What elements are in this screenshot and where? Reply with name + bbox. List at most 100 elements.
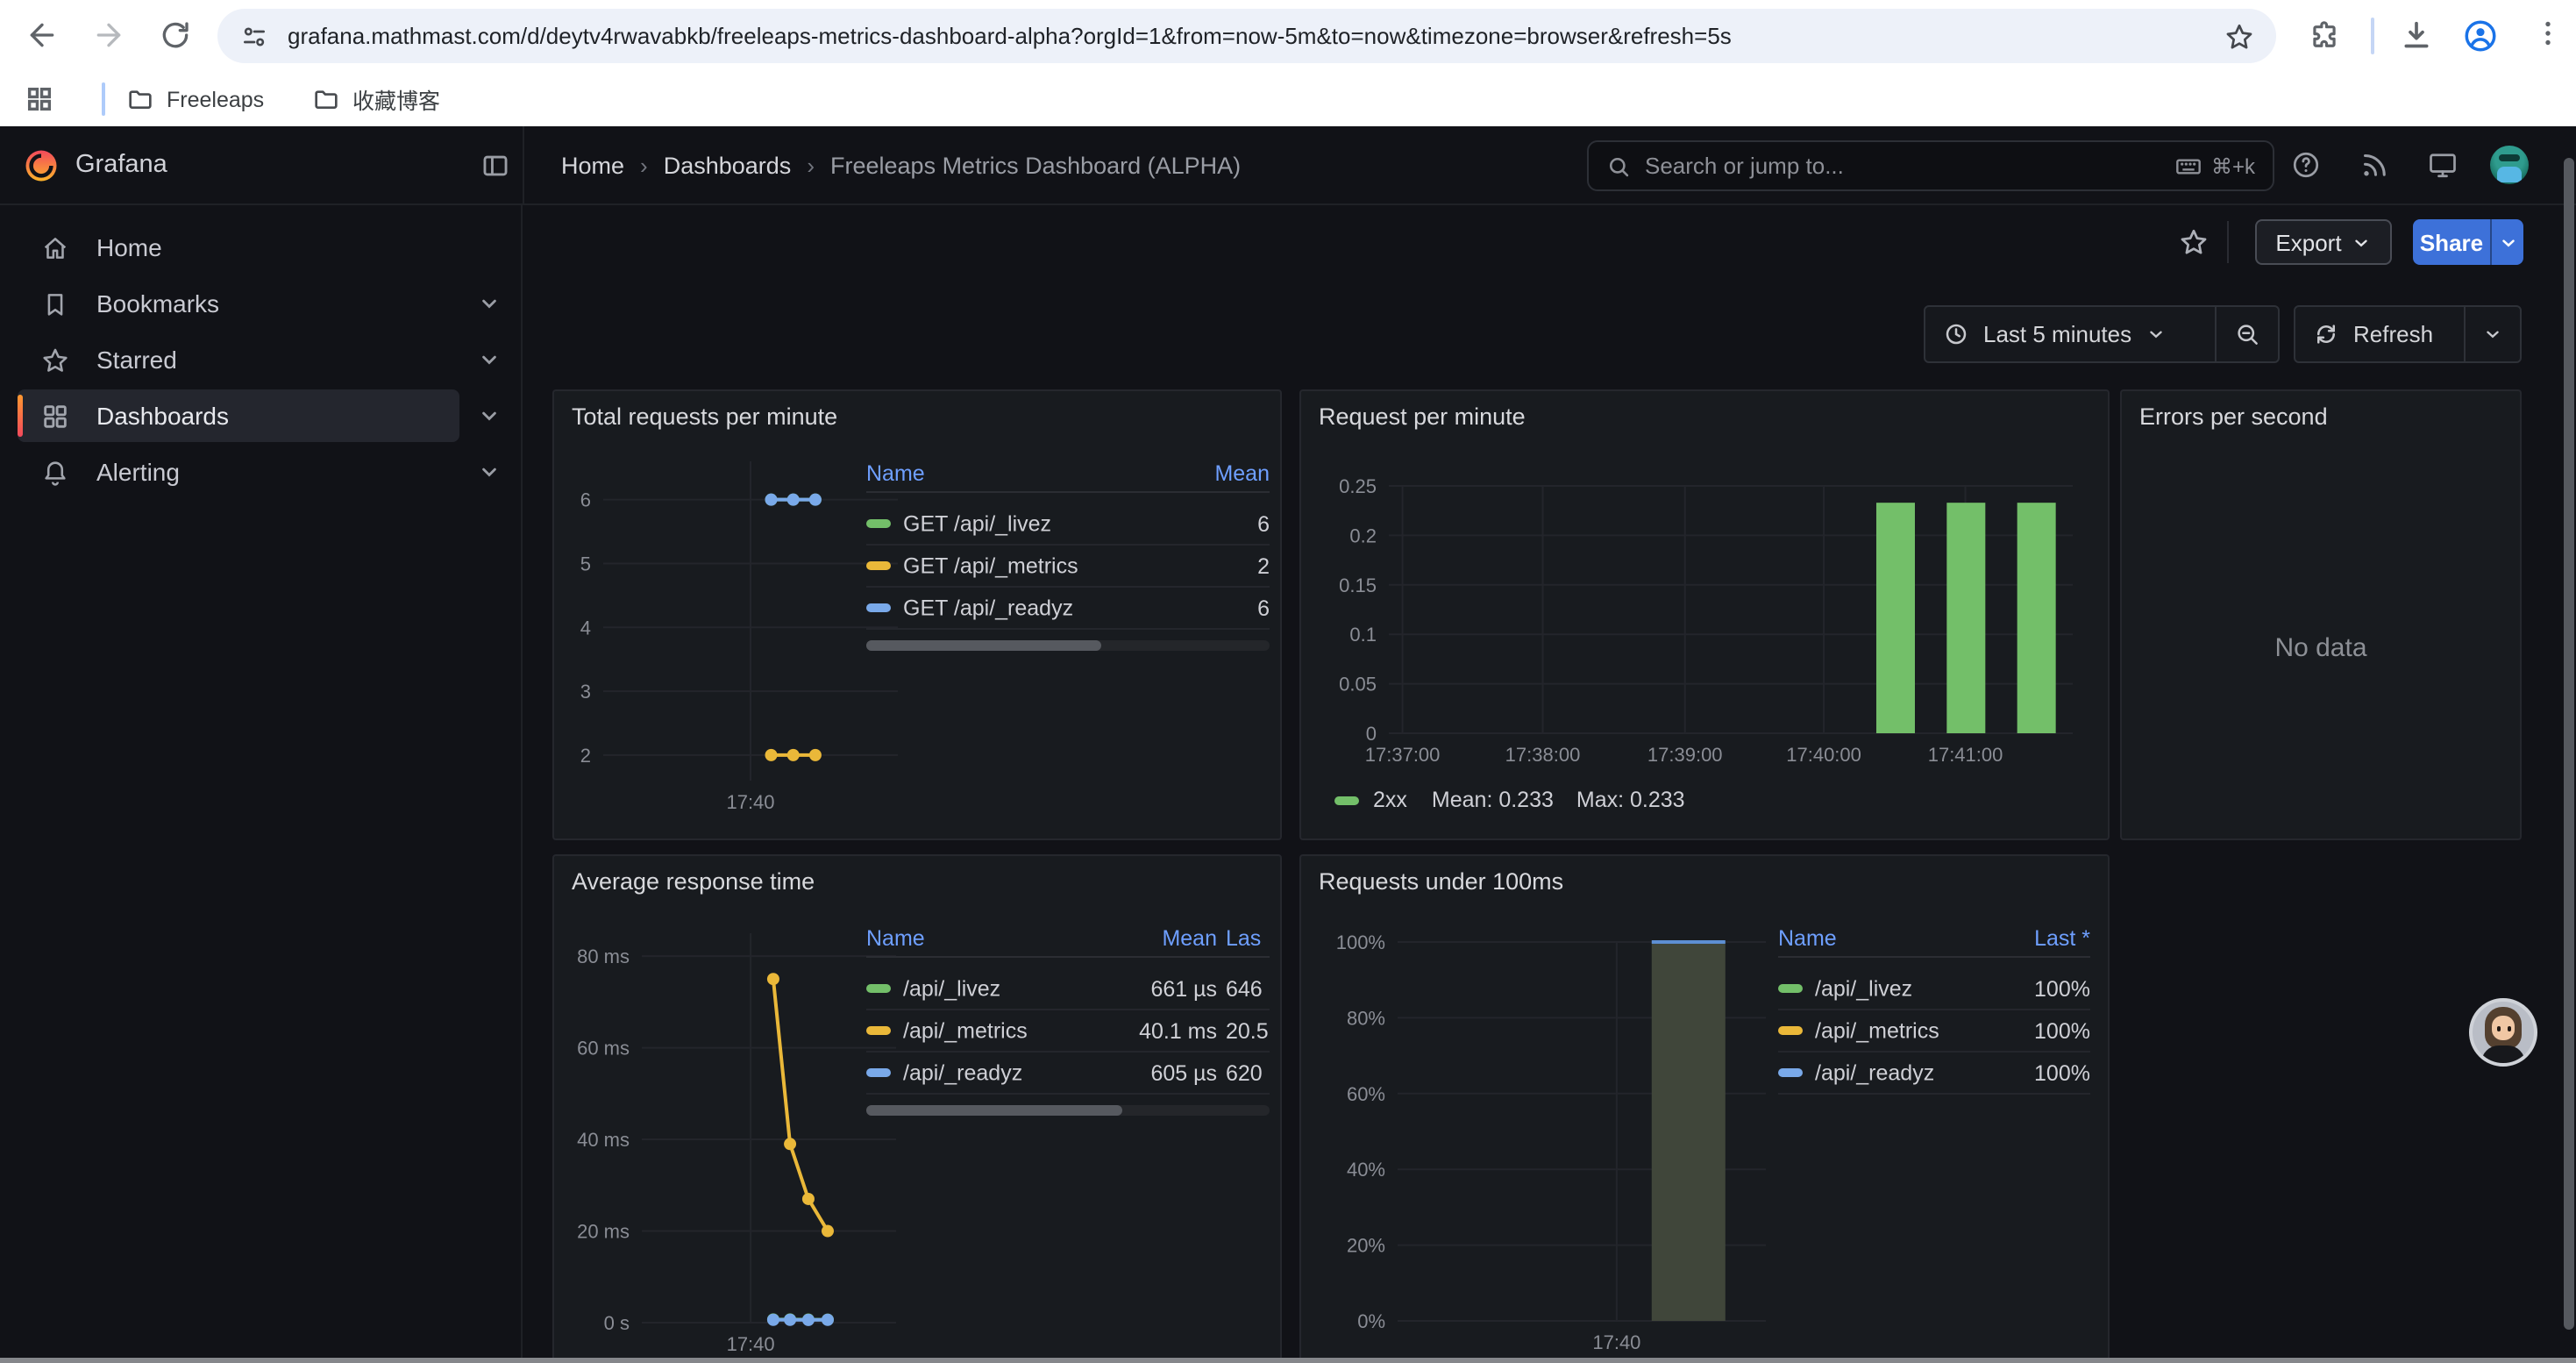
legend-horizontal-scrollbar[interactable] (866, 640, 1270, 651)
url-bar[interactable]: grafana.mathmast.com/d/deytv4rwavabkb/fr… (217, 9, 2276, 63)
sidebar-item-bookmarks[interactable]: Bookmarks (18, 277, 459, 330)
sidebar-toggle-icon[interactable] (480, 151, 510, 181)
breadcrumb-dashboards[interactable]: Dashboards (664, 153, 792, 179)
forward-icon[interactable] (91, 18, 126, 53)
legend-column-header[interactable]: Mean (1168, 460, 1270, 485)
legend-row[interactable]: /api/_metrics40.1 ms20.5 r (866, 1010, 1270, 1053)
apps-grid-icon[interactable] (25, 84, 54, 114)
svg-text:0: 0 (1366, 723, 1377, 745)
breadcrumb: Home › Dashboards › Freeleaps Metrics Da… (561, 126, 1241, 205)
bookmark-folder-freeleaps[interactable]: Freeleaps (116, 79, 274, 119)
refresh-group: Refresh (2294, 305, 2522, 363)
kiosk-monitor-icon[interactable] (2427, 149, 2459, 181)
legend-row[interactable]: /api/_livez100% (1778, 968, 2090, 1010)
bookmark-star-icon[interactable] (2224, 20, 2255, 52)
menu-kebab-icon[interactable] (2532, 18, 2564, 49)
legend-value: 661 µs (1105, 976, 1217, 1001)
legend-column-header[interactable]: Last * (1989, 925, 2090, 950)
sidebar-item-starred[interactable]: Starred (18, 333, 459, 386)
sidebar-item-dashboards[interactable]: Dashboards (18, 389, 459, 442)
back-icon[interactable] (25, 18, 60, 53)
scrollbar-thumb[interactable] (866, 640, 1101, 651)
sidebar: Home Bookmarks Starred Dashboards Alerti… (0, 205, 523, 1363)
bookmark-icon (40, 289, 70, 318)
favorite-star-icon[interactable] (2178, 226, 2210, 258)
help-icon[interactable] (2290, 149, 2322, 181)
chevron-down-icon[interactable] (477, 347, 502, 372)
profile-icon[interactable] (2462, 18, 2499, 54)
legend-row[interactable]: GET /api/_metrics2 (866, 546, 1270, 588)
floating-assistant-avatar[interactable] (2469, 998, 2537, 1067)
scrollbar-thumb[interactable] (866, 1105, 1122, 1116)
home-icon (40, 232, 70, 262)
zoom-out-button[interactable] (2217, 307, 2278, 361)
search-icon (1606, 153, 1631, 178)
legend-row[interactable]: /api/_readyz100% (1778, 1053, 2090, 1095)
legend-row[interactable]: GET /api/_readyz6 (866, 588, 1270, 630)
legend-column-header[interactable]: Name (866, 925, 1105, 950)
page-vertical-scrollbar[interactable] (2564, 158, 2574, 1330)
folder-icon (312, 85, 340, 113)
svg-text:17:40:00: 17:40:00 (1786, 744, 1861, 766)
controls-divider (2227, 221, 2229, 263)
brand-name[interactable]: Grafana (75, 151, 167, 179)
refresh-button[interactable]: Refresh (2295, 307, 2464, 361)
svg-text:0.15: 0.15 (1339, 574, 1377, 596)
extensions-icon[interactable] (2308, 19, 2341, 53)
series-color-pill (1334, 796, 1359, 804)
svg-text:0 s: 0 s (604, 1312, 630, 1334)
legend-value: 100% (1989, 1018, 2090, 1043)
export-button[interactable]: Export (2255, 219, 2392, 265)
sidebar-item-alerting[interactable]: Alerting (18, 446, 459, 498)
legend-column-header[interactable]: Name (866, 460, 1168, 485)
bookmark-folder-blogs[interactable]: 收藏博客 (302, 79, 451, 119)
legend-value: 20.5 r (1217, 1018, 1270, 1043)
svg-text:17:37:00: 17:37:00 (1365, 744, 1441, 766)
panel-title[interactable]: Errors per second (2139, 403, 2328, 430)
site-settings-icon[interactable] (240, 22, 268, 50)
time-range-picker[interactable]: Last 5 minutes (1925, 307, 2215, 361)
downloads-icon[interactable] (2399, 18, 2434, 53)
chevron-down-icon (2352, 232, 2372, 252)
legend-column-header[interactable]: Las (1217, 925, 1270, 950)
news-rss-icon[interactable] (2359, 149, 2390, 181)
url-text[interactable]: grafana.mathmast.com/d/deytv4rwavabkb/fr… (288, 23, 2210, 49)
window-bottom-edge (0, 1358, 2576, 1363)
legend-value: 646 (1217, 976, 1270, 1001)
legend-column-header[interactable]: Name (1778, 925, 1989, 950)
svg-text:17:40: 17:40 (726, 791, 774, 813)
legend-row[interactable]: GET /api/_livez6 (866, 503, 1270, 546)
user-avatar[interactable] (2490, 146, 2529, 184)
legend-horizontal-scrollbar[interactable] (866, 1105, 1270, 1116)
reload-icon[interactable] (158, 18, 193, 53)
legend-item-2xx[interactable]: 2xx Mean: 0.233 Max: 0.233 (1334, 788, 1685, 812)
chevron-down-icon[interactable] (477, 403, 502, 428)
legend-max: Max: 0.233 (1576, 788, 1685, 812)
legend-row[interactable]: /api/_metrics100% (1778, 1010, 2090, 1053)
chevron-down-icon (2498, 232, 2517, 252)
sidebar-item-home[interactable]: Home (18, 221, 459, 274)
legend-row[interactable]: /api/_livez661 µs646 (866, 968, 1270, 1010)
grafana-header: Grafana Home › Dashboards › Freeleaps Me… (0, 126, 2576, 205)
refresh-interval-chevron[interactable] (2466, 307, 2520, 361)
breadcrumb-home[interactable]: Home (561, 153, 624, 179)
breadcrumb-separator: › (640, 153, 648, 179)
legend-column-header[interactable]: Mean (1105, 925, 1217, 950)
chevron-down-icon (2145, 325, 2165, 344)
search-input[interactable]: Search or jump to... ⌘+k (1587, 140, 2274, 191)
chevron-down-icon[interactable] (477, 291, 502, 316)
grafana-logo[interactable] (23, 147, 60, 184)
legend-value: 100% (1989, 976, 2090, 1001)
series-color-pill (1778, 1027, 1803, 1036)
chevron-down-icon[interactable] (477, 460, 502, 484)
screen: grafana.mathmast.com/d/deytv4rwavabkb/fr… (0, 0, 2576, 1363)
panel-request-per-minute: Request per minute 0.250.20.150.10.05017… (1299, 389, 2110, 840)
legend-row[interactable]: /api/_readyz605 µs620 (866, 1053, 1270, 1095)
share-menu-chevron[interactable] (2490, 219, 2523, 265)
svg-text:3: 3 (580, 681, 591, 703)
svg-text:60 ms: 60 ms (577, 1038, 630, 1060)
breadcrumb-separator: › (807, 153, 815, 179)
share-button[interactable]: Share (2413, 219, 2523, 265)
refresh-icon (2313, 321, 2339, 347)
browser-toolbar: grafana.mathmast.com/d/deytv4rwavabkb/fr… (0, 0, 2576, 72)
